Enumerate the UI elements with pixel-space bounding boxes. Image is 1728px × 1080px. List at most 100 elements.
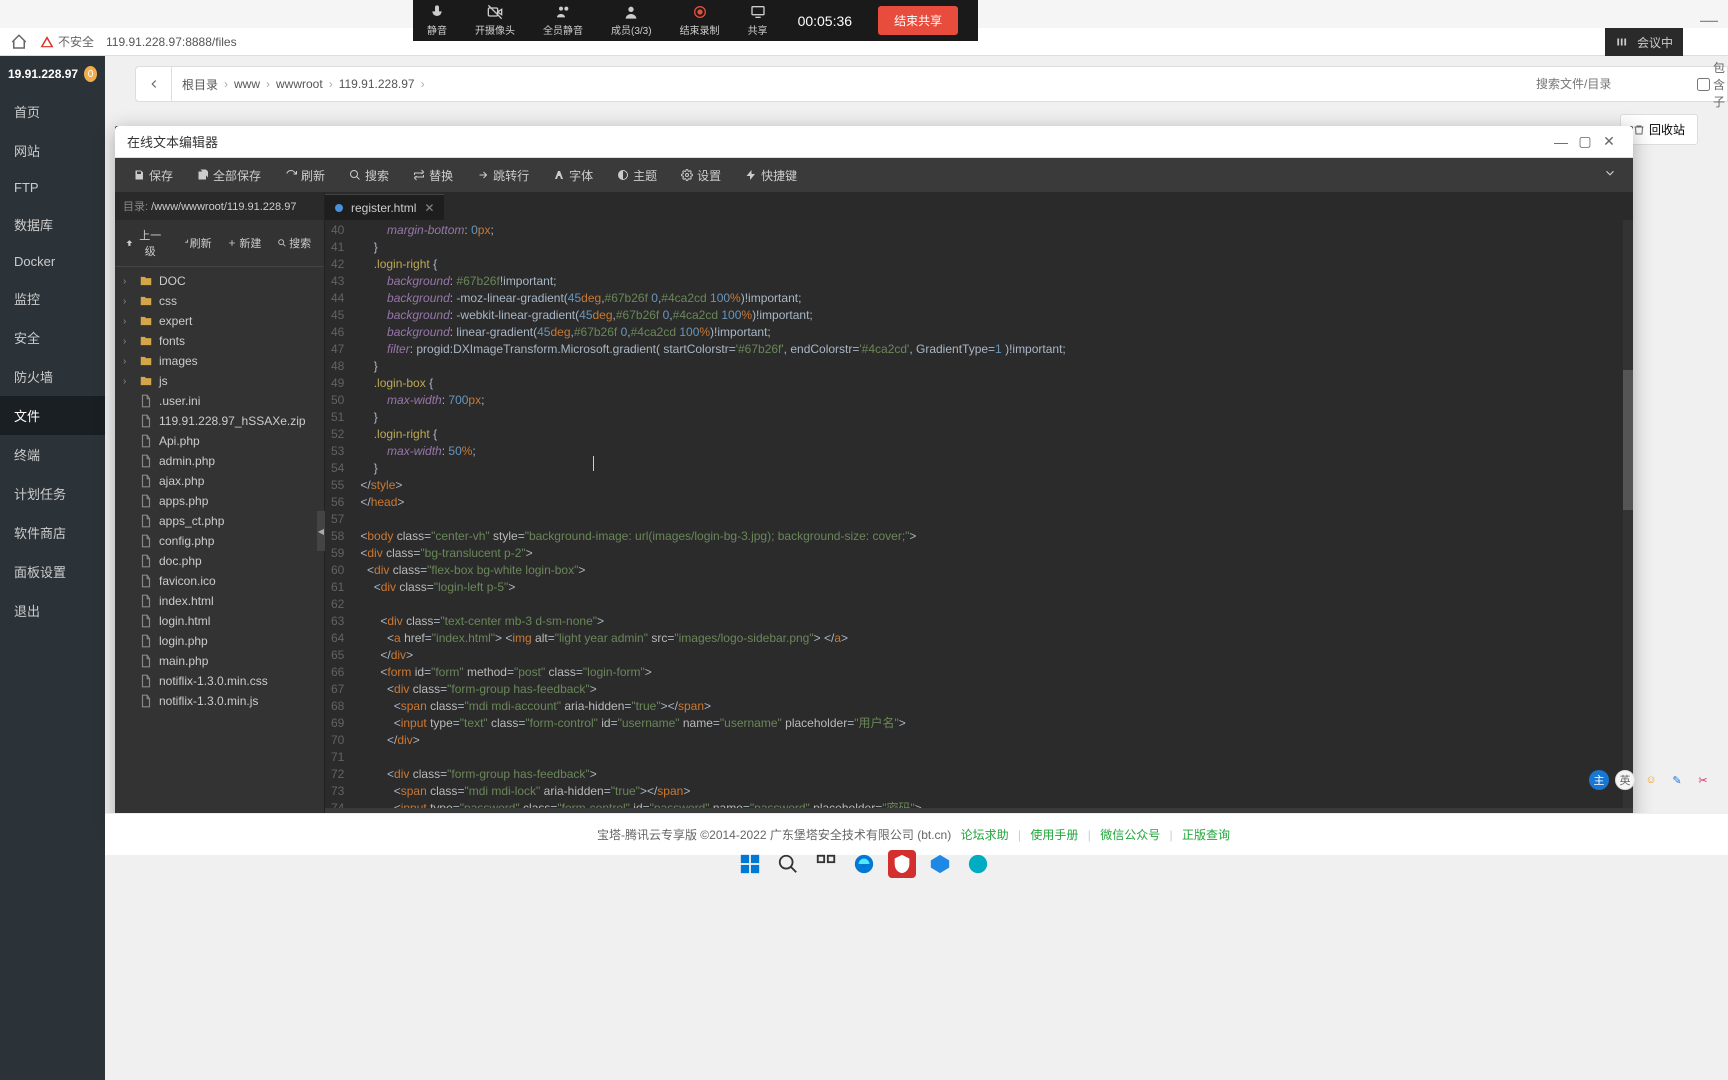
tree-folder[interactable]: ›images <box>115 351 324 371</box>
tree-file[interactable]: config.php <box>115 531 324 551</box>
refresh-editor-button[interactable]: 刷新 <box>275 163 335 188</box>
float-icon-3[interactable]: ☺ <box>1641 770 1661 790</box>
tree-file[interactable]: favicon.ico <box>115 571 324 591</box>
search-taskbar-button[interactable] <box>774 850 802 878</box>
sidebar-item[interactable]: 安全 <box>0 318 105 357</box>
file-tree[interactable]: ›DOC›css›expert›fonts›images›js.user.ini… <box>115 267 324 830</box>
share-button[interactable]: 共享 <box>734 0 782 41</box>
breadcrumb-item[interactable]: wwwroot <box>276 77 323 91</box>
footer-link[interactable]: 正版查询 <box>1182 828 1230 842</box>
search-tree-button[interactable]: 搜索 <box>270 224 318 262</box>
sidebar-item[interactable]: 文件 <box>0 396 105 435</box>
video-icon <box>487 4 503 20</box>
theme-button[interactable]: 主题 <box>607 163 667 188</box>
video-button[interactable]: 开摄像头 <box>461 0 529 41</box>
app-teal-button[interactable] <box>964 850 992 878</box>
tab-close-button[interactable]: ✕ <box>424 201 434 215</box>
search-editor-button[interactable]: 搜索 <box>339 163 399 188</box>
tree-file[interactable]: .user.ini <box>115 391 324 411</box>
toolbar-menu-button[interactable] <box>1595 162 1625 189</box>
code-editor[interactable]: 4041424344454647484950515253545556575859… <box>325 220 1633 808</box>
notification-badge[interactable]: 0 <box>84 66 97 82</box>
sidebar-item[interactable]: 计划任务 <box>0 474 105 513</box>
float-icon-1[interactable]: 主 <box>1589 770 1609 790</box>
minimap[interactable] <box>1623 220 1633 808</box>
tree-file[interactable]: admin.php <box>115 451 324 471</box>
code-lines[interactable]: margin-bottom: 0px; } .login-right { bac… <box>354 220 1633 808</box>
font-button[interactable]: 字体 <box>543 163 603 188</box>
back-button[interactable] <box>136 67 172 101</box>
meeting-toolbar: 静音 开摄像头 全员静音 成员(3/3) 结束录制 共享 00:05:36 结束… <box>413 0 978 41</box>
tree-file[interactable]: Api.php <box>115 431 324 451</box>
tree-file[interactable]: index.html <box>115 591 324 611</box>
goto-line-button[interactable]: 跳转行 <box>467 163 539 188</box>
breadcrumb-item[interactable]: www <box>234 77 260 91</box>
app-blue-button[interactable] <box>926 850 954 878</box>
app-red-button[interactable] <box>888 850 916 878</box>
float-icon-2[interactable]: 英 <box>1615 770 1635 790</box>
end-share-button[interactable]: 结束共享 <box>878 6 958 35</box>
include-sub-checkbox[interactable]: 包含子 <box>1697 59 1725 110</box>
editor-tab[interactable]: register.html ✕ <box>325 194 444 220</box>
close-button[interactable]: ✕ <box>1597 133 1621 150</box>
minimap-thumb[interactable] <box>1623 370 1633 510</box>
new-file-button[interactable]: 新建 <box>221 224 269 262</box>
search-input[interactable] <box>1536 77 1691 91</box>
meeting-status-pill[interactable]: 会议中 <box>1605 28 1683 56</box>
path-bar: 根目录›www›wwwroot›119.91.228.97› <box>135 66 1698 102</box>
sidebar-item[interactable]: 首页 <box>0 92 105 131</box>
sidebar-item[interactable]: 终端 <box>0 435 105 474</box>
home-icon[interactable] <box>10 33 28 51</box>
tree-folder[interactable]: ›expert <box>115 311 324 331</box>
tree-file[interactable]: 119.91.228.97_hSSAXe.zip <box>115 411 324 431</box>
footer-link[interactable]: 论坛求助 <box>961 828 1009 842</box>
sidebar-item[interactable]: 数据库 <box>0 205 105 244</box>
tree-file[interactable]: apps_ct.php <box>115 511 324 531</box>
float-icon-5[interactable]: ✂ <box>1693 770 1713 790</box>
mute-all-button[interactable]: 全员静音 <box>529 0 597 41</box>
sidebar-item[interactable]: 退出 <box>0 591 105 630</box>
tree-folder[interactable]: ›DOC <box>115 271 324 291</box>
breadcrumb-item[interactable]: 根目录 <box>182 76 218 93</box>
tree-file[interactable]: apps.php <box>115 491 324 511</box>
task-view-button[interactable] <box>812 850 840 878</box>
sidebar-item[interactable]: Docker <box>0 244 105 279</box>
sidebar-item[interactable]: 面板设置 <box>0 552 105 591</box>
tree-file[interactable]: notiflix-1.3.0.min.css <box>115 671 324 691</box>
footer-link[interactable]: 使用手册 <box>1030 828 1078 842</box>
save-button[interactable]: 保存 <box>123 163 183 188</box>
sidebar-item[interactable]: 软件商店 <box>0 513 105 552</box>
tree-file[interactable]: ajax.php <box>115 471 324 491</box>
footer-link[interactable]: 微信公众号 <box>1100 828 1160 842</box>
settings-button[interactable]: 设置 <box>671 163 731 188</box>
sidebar-item[interactable]: 网站 <box>0 131 105 170</box>
start-button[interactable] <box>736 850 764 878</box>
refresh-tree-button[interactable]: 刷新 <box>171 224 219 262</box>
tree-folder[interactable]: ›js <box>115 371 324 391</box>
tree-file[interactable]: login.html <box>115 611 324 631</box>
record-button[interactable]: 结束录制 <box>666 0 734 41</box>
replace-button[interactable]: 替换 <box>403 163 463 188</box>
tree-file[interactable]: main.php <box>115 651 324 671</box>
save-all-button[interactable]: 全部保存 <box>187 163 271 188</box>
sidebar-item[interactable]: 监控 <box>0 279 105 318</box>
up-level-button[interactable]: 上一级 <box>121 224 169 262</box>
minimize-icon[interactable]: — <box>1700 10 1718 31</box>
minimize-button[interactable]: — <box>1549 134 1573 150</box>
tree-folder[interactable]: ›css <box>115 291 324 311</box>
shortcuts-button[interactable]: 快捷键 <box>735 163 807 188</box>
tree-file[interactable]: doc.php <box>115 551 324 571</box>
sidebar-item[interactable]: FTP <box>0 170 105 205</box>
mic-button[interactable]: 静音 <box>413 0 461 41</box>
tree-file[interactable]: login.php <box>115 631 324 651</box>
tree-file[interactable]: notiflix-1.3.0.min.js <box>115 691 324 711</box>
members-button[interactable]: 成员(3/3) <box>597 0 666 41</box>
maximize-button[interactable]: ▢ <box>1573 133 1597 150</box>
collapse-sidebar-handle[interactable]: ◀ <box>317 511 325 551</box>
edge-button[interactable] <box>850 850 878 878</box>
sidebar-item[interactable]: 防火墙 <box>0 357 105 396</box>
modified-dot-icon <box>335 204 343 212</box>
breadcrumb-item[interactable]: 119.91.228.97 <box>339 77 415 91</box>
float-icon-4[interactable]: ✎ <box>1667 770 1687 790</box>
tree-folder[interactable]: ›fonts <box>115 331 324 351</box>
